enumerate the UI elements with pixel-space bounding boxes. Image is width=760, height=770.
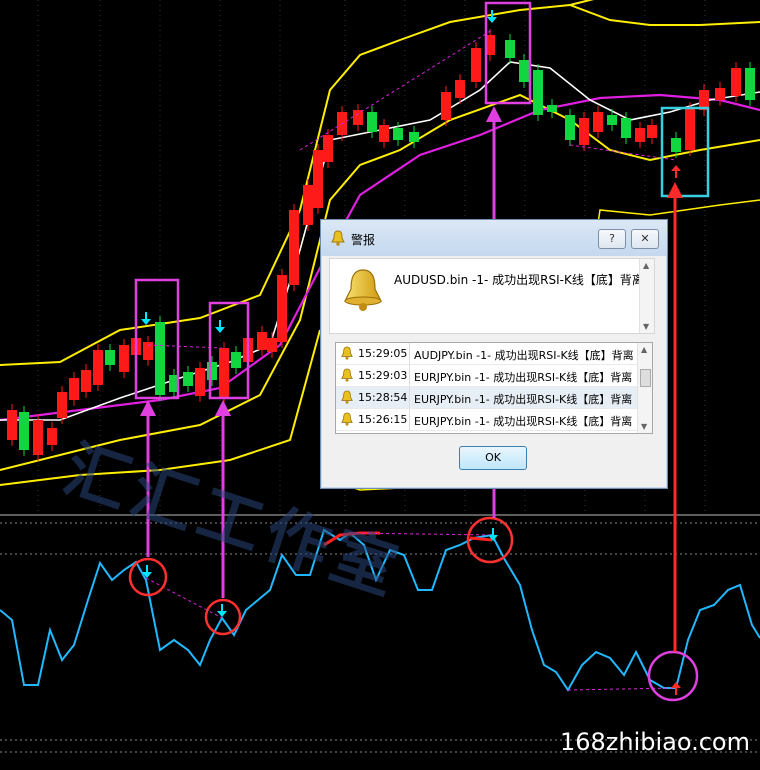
candle [289, 210, 299, 285]
alert-row[interactable]: 15:26:15 EURJPY.bin -1- 成功出现RSI-K线【底】背离 [336, 409, 652, 431]
candle [519, 60, 529, 82]
candle [607, 115, 617, 125]
alert-time: 15:26:15 [358, 413, 408, 426]
candle [353, 110, 363, 125]
candle [143, 342, 153, 360]
message-scrollbar[interactable]: ▲ ▼ [639, 259, 654, 333]
down-arrow-icon [141, 312, 151, 325]
candle [47, 428, 57, 445]
candle [621, 118, 631, 138]
candle [393, 128, 403, 140]
help-button[interactable]: ? [598, 229, 626, 249]
alert-text: AUDJPY.bin -1- 成功出现RSI-K线【底】背离 [414, 349, 634, 362]
divergence-line [567, 687, 677, 691]
bell-icon [341, 390, 353, 404]
alert-message: AUDUSD.bin -1- 成功出现RSI-K线【底】背离 [394, 273, 644, 287]
candle [183, 372, 193, 386]
alert-time: 15:28:54 [358, 391, 408, 404]
candle [367, 112, 377, 132]
candle [33, 420, 43, 455]
dialog-title: 警报 [351, 233, 376, 247]
alert-row[interactable]: 15:29:05 AUDJPY.bin -1- 成功出现RSI-K线【底】背离 [336, 343, 652, 365]
candle [155, 322, 165, 395]
alert-dialog: 警报 ? ✕ AUDUSD.bin -1- 成功出现RSI-K线【底】背离 ▲ ▼… [320, 219, 668, 489]
candle [19, 412, 29, 450]
candle [207, 362, 217, 380]
alert-time: 15:29:03 [358, 369, 408, 382]
candle [219, 348, 229, 398]
alert-text: EURJPY.bin -1- 成功出现RSI-K线【底】背离 [414, 415, 633, 428]
candle [195, 368, 205, 396]
candle [745, 68, 755, 100]
dialog-titlebar[interactable]: 警报 ? ✕ [321, 220, 667, 256]
upper-band-outer [569, 0, 595, 6]
bell-icon [341, 368, 353, 382]
candle [231, 352, 241, 368]
up-arrow-icon [215, 400, 231, 416]
down-arrow-icon [215, 320, 225, 333]
candle [257, 332, 267, 350]
up-arrow-icon [671, 165, 681, 178]
candle [81, 370, 91, 392]
candle [685, 108, 695, 150]
candle [7, 410, 17, 440]
candle [455, 80, 465, 98]
list-scrollbar[interactable]: ▲ ▼ [637, 343, 652, 433]
bell-icon [341, 346, 353, 360]
candle [119, 345, 129, 372]
bell-icon [344, 269, 382, 311]
candle [671, 138, 681, 152]
up-arrow-icon [486, 106, 502, 122]
candle [323, 135, 333, 162]
candle [105, 350, 115, 365]
alert-time: 15:29:05 [358, 347, 408, 360]
ok-button[interactable]: OK [459, 446, 527, 470]
down-arrow-icon [487, 10, 497, 23]
alert-text: EURJPY.bin -1- 成功出现RSI-K线【底】背离 [414, 371, 633, 384]
alert-row[interactable]: 15:29:03 EURJPY.bin -1- 成功出现RSI-K线【底】背离 [336, 365, 652, 387]
close-button[interactable]: ✕ [631, 229, 659, 249]
candle [379, 125, 389, 142]
candle [533, 70, 543, 115]
candle [57, 392, 67, 418]
candle [715, 88, 725, 100]
candle [409, 132, 419, 142]
candle [267, 338, 277, 352]
down-arrow-icon [217, 604, 227, 617]
candle [69, 378, 79, 400]
alert-text: EURJPY.bin -1- 成功出现RSI-K线【底】背离 [414, 393, 633, 406]
candle [441, 92, 451, 120]
candle [547, 105, 557, 112]
candle [277, 275, 287, 342]
alert-message-area: AUDUSD.bin -1- 成功出现RSI-K线【底】背离 ▲ ▼ [329, 258, 655, 334]
candle [579, 118, 589, 145]
alert-row[interactable]: 15:28:54 EURJPY.bin -1- 成功出现RSI-K线【底】背离 [336, 387, 652, 409]
candle [93, 350, 103, 385]
candle [593, 112, 603, 132]
candle [505, 40, 515, 58]
candle [565, 115, 575, 140]
candle [313, 150, 323, 208]
candle [471, 48, 481, 82]
rsi-overbought-segment [469, 536, 493, 542]
bell-icon [331, 230, 345, 246]
bell-icon [341, 412, 353, 426]
up-arrow-icon [667, 182, 683, 198]
site-label: 168zhibiao.com [559, 728, 750, 756]
divergence-line [145, 577, 223, 619]
signal-circle [647, 650, 699, 702]
candle [303, 185, 313, 225]
alert-history-list[interactable]: 15:29:05 AUDJPY.bin -1- 成功出现RSI-K线【底】背离 … [335, 342, 653, 434]
candle [731, 68, 741, 96]
candle [647, 125, 657, 138]
candle [635, 128, 645, 142]
